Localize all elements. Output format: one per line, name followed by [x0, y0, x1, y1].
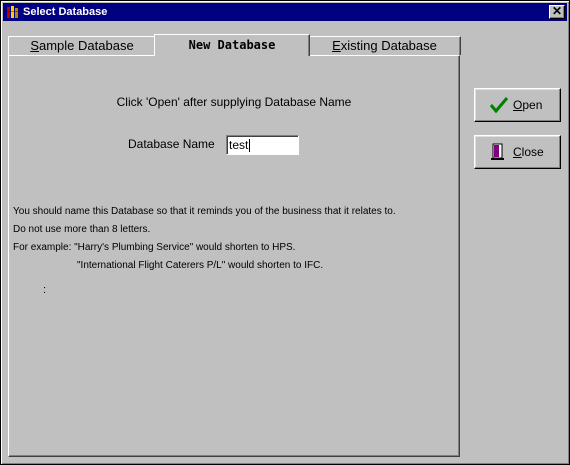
open-button[interactable]: Open	[474, 88, 561, 122]
open-button-label: Open	[513, 98, 543, 112]
database-name-value: test	[229, 138, 249, 152]
tab-strip: Sample Database New Database Existing Da…	[8, 34, 461, 56]
title-bar[interactable]: Select Database ✕	[3, 3, 567, 21]
books-icon	[7, 6, 18, 18]
info-line: For example: "Harry's Plumbing Service" …	[13, 242, 296, 253]
tab-label: ample Database	[39, 38, 134, 53]
close-button[interactable]: Close	[474, 135, 561, 169]
door-exit-icon	[491, 143, 504, 160]
info-line: "International Flight Caterers P/L" woul…	[77, 260, 324, 271]
tab-sample-database[interactable]: Sample Database	[8, 36, 156, 55]
select-database-window: Select Database ✕ Sample Database New Da…	[0, 0, 570, 465]
placeholder-dots: :	[43, 284, 47, 296]
tab-new-database[interactable]: New Database	[154, 34, 310, 56]
info-line: You should name this Database so that it…	[13, 206, 396, 217]
tab-label-accel: S	[30, 38, 39, 53]
tab-existing-database[interactable]: Existing Database	[308, 36, 461, 55]
tab-label: New Database	[188, 38, 276, 52]
instruction-text: Click 'Open' after supplying Database Na…	[116, 95, 352, 109]
window-title: Select Database	[23, 6, 108, 18]
tab-label-accel: E	[332, 38, 341, 53]
window-close-button[interactable]: ✕	[549, 5, 565, 19]
close-button-label: Close	[513, 145, 544, 159]
database-name-label: Database Name	[128, 137, 215, 151]
database-name-input[interactable]: test	[226, 135, 299, 155]
info-line: Do not use more than 8 letters.	[13, 224, 151, 235]
new-database-panel: Click 'Open' after supplying Database Na…	[8, 55, 460, 457]
close-icon: ✕	[551, 4, 563, 18]
text-caret	[249, 139, 251, 153]
tab-label: xisting Database	[340, 38, 437, 53]
checkmark-icon	[489, 97, 509, 114]
